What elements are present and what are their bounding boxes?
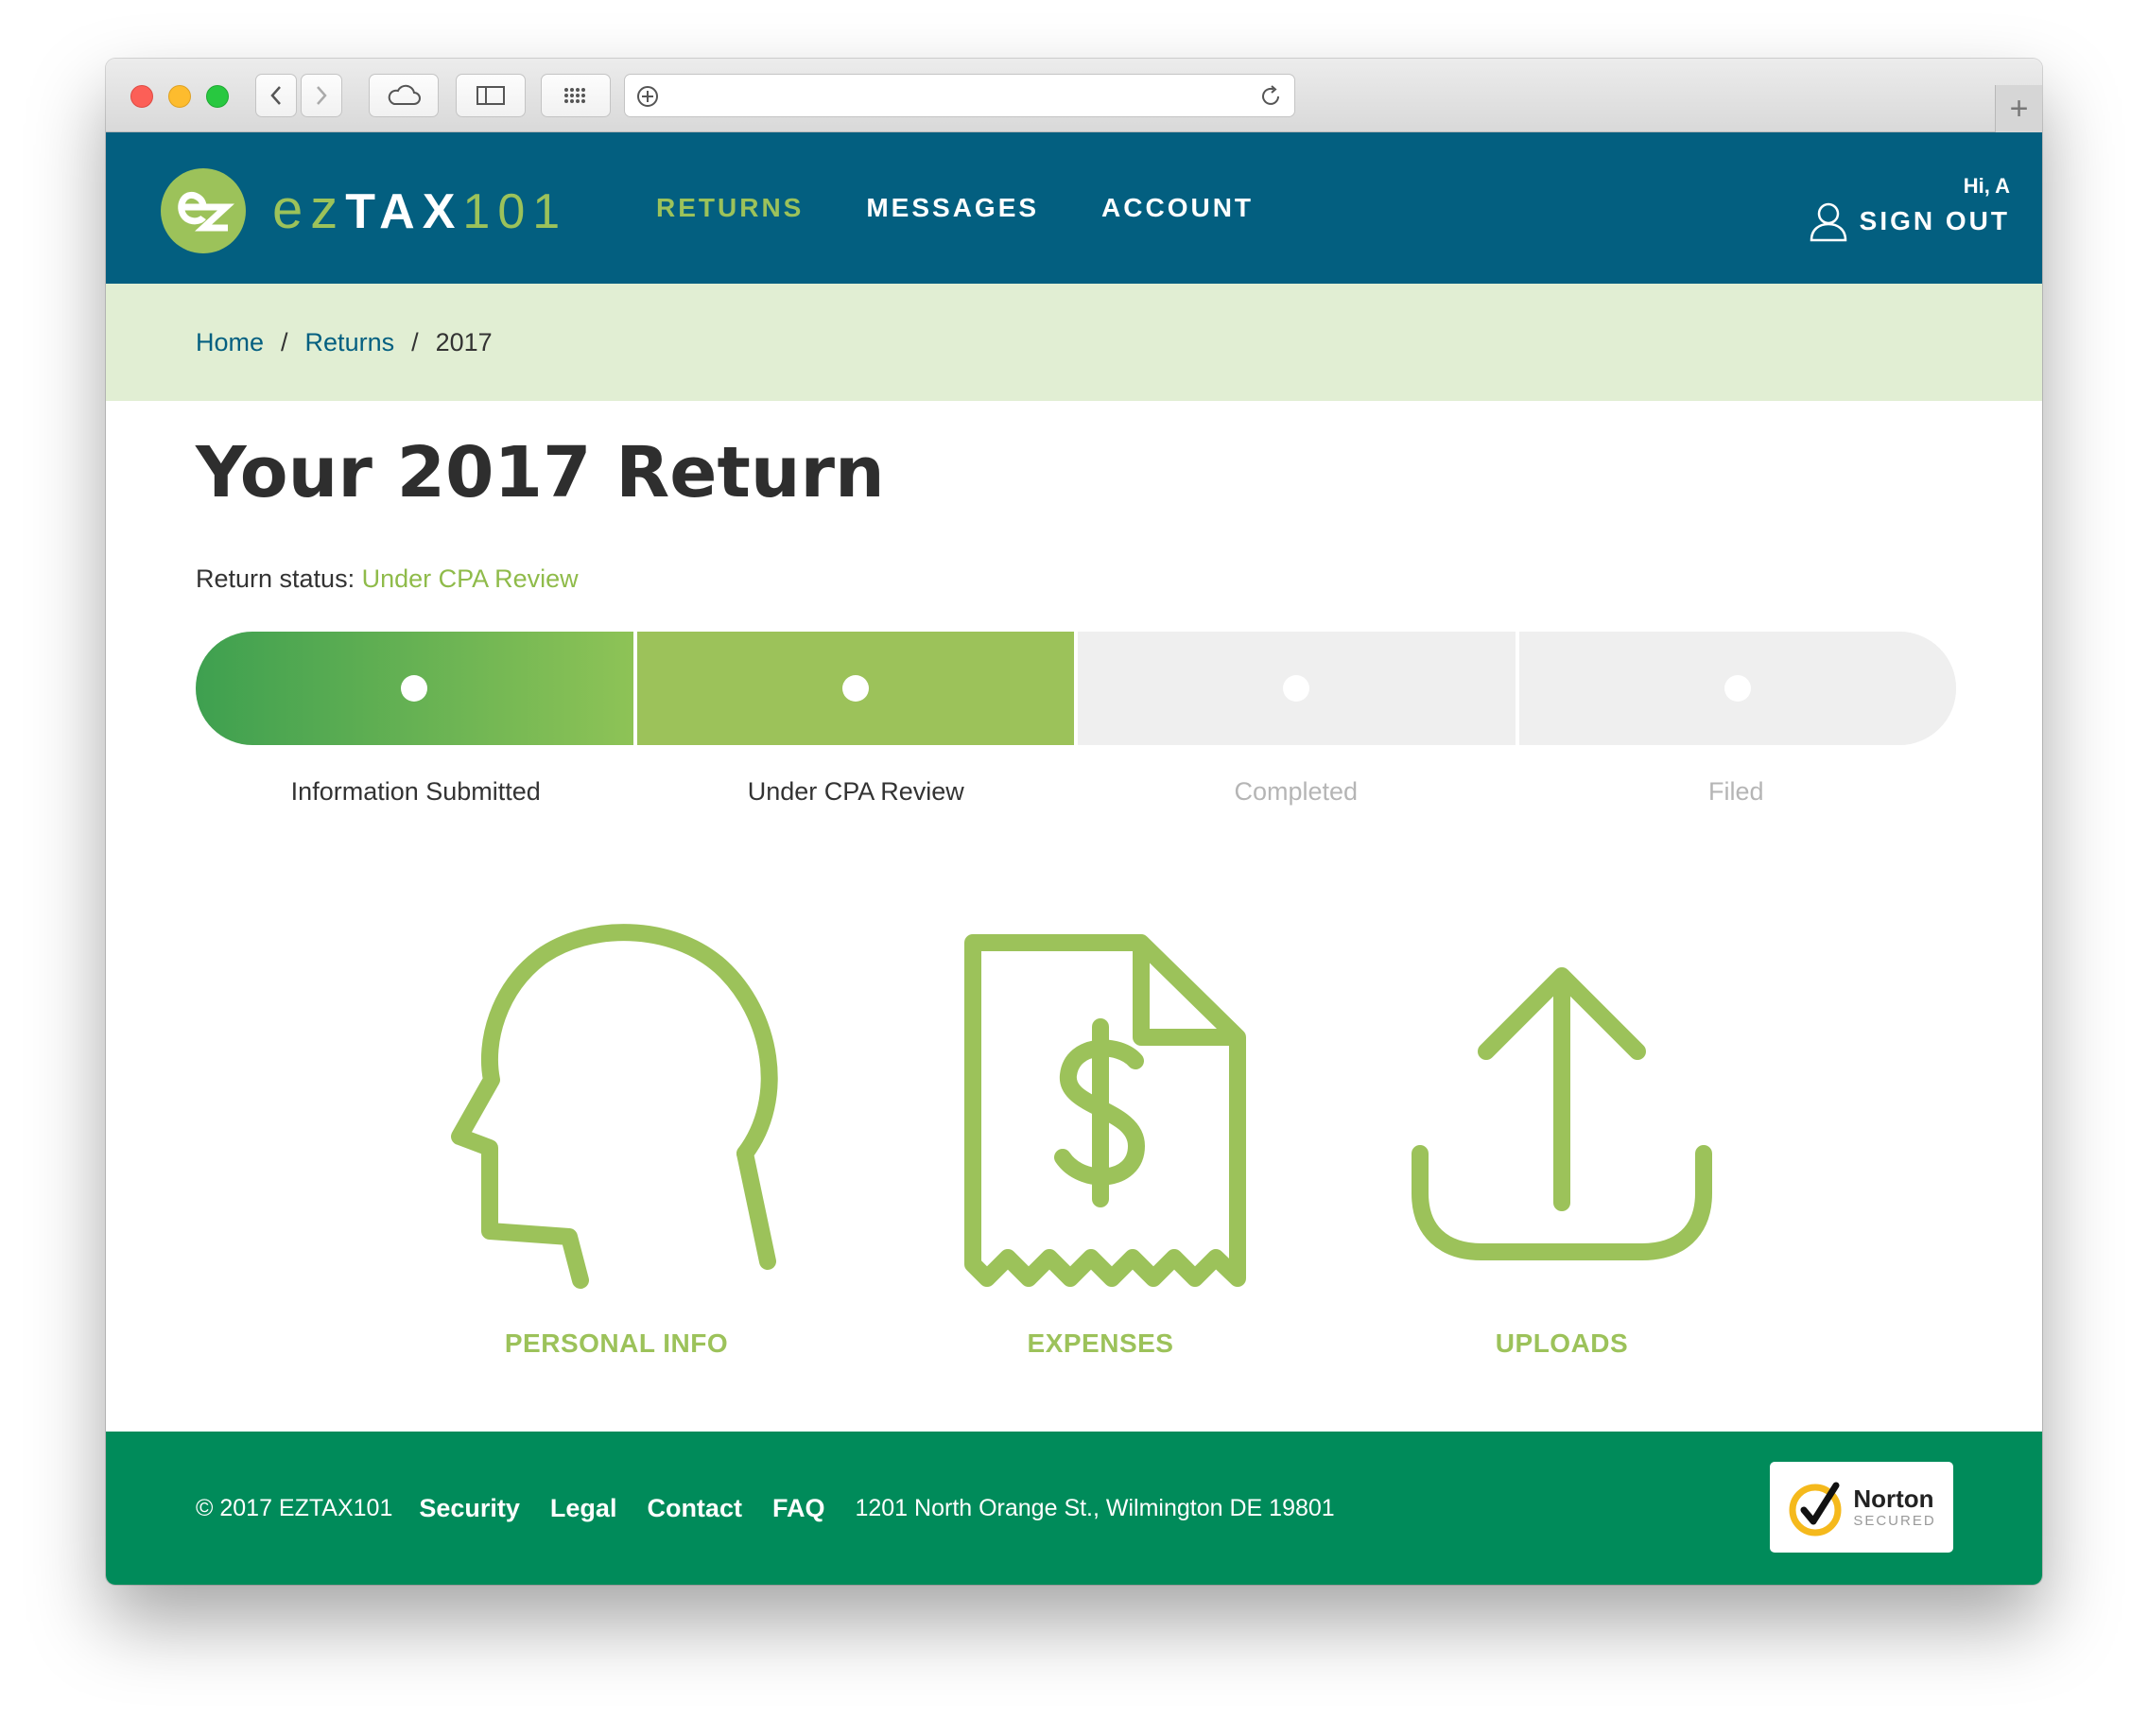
return-status: Return status: Under CPA Review — [196, 564, 579, 594]
nav-returns[interactable]: RETURNS — [656, 193, 804, 223]
top-sites-button[interactable] — [541, 74, 611, 117]
footer-link-contact[interactable]: Contact — [647, 1494, 742, 1523]
chevron-left-icon — [270, 86, 281, 105]
head-profile-icon — [451, 924, 778, 1289]
step-label: Under CPA Review — [747, 777, 964, 806]
norton-subtitle: SECURED — [1853, 1513, 1936, 1529]
breadcrumb-home[interactable]: Home — [196, 328, 264, 357]
progress-step-3 — [1074, 632, 1516, 745]
norton-text: Norton SECURED — [1853, 1486, 1935, 1528]
step-label: Completed — [1234, 777, 1359, 806]
sign-out-label: SIGN OUT — [1859, 206, 2010, 235]
step-label: Filed — [1707, 777, 1764, 806]
upload-icon — [1412, 967, 1712, 1260]
progress-labels: Information Submitted Under CPA Review C… — [196, 777, 1956, 807]
step-dot — [841, 675, 869, 702]
norton-title: Norton — [1853, 1484, 1934, 1513]
forward-button[interactable] — [301, 74, 342, 117]
tile-label: EXPENSES — [1027, 1328, 1174, 1358]
status-value: Under CPA Review — [361, 564, 579, 593]
cloud-icon — [388, 84, 421, 105]
browser-toolbar: + — [106, 59, 2042, 132]
company-address: 1201 North Orange St., Wilmington DE 198… — [855, 1494, 1335, 1521]
progress-step-4 — [1515, 632, 1956, 745]
step-dot — [1724, 675, 1751, 702]
nav-messages[interactable]: MESSAGES — [866, 193, 1039, 223]
logo-num: 101 — [462, 184, 568, 239]
receipt-dollar-icon — [964, 934, 1246, 1287]
maximize-window-button[interactable] — [206, 85, 229, 108]
reload-icon[interactable] — [1258, 84, 1283, 109]
footer-link-legal[interactable]: Legal — [550, 1494, 617, 1523]
personal-info-tile[interactable]: PERSONAL INFO — [427, 910, 806, 1359]
plus-icon: + — [2009, 90, 2029, 127]
sign-out-button[interactable]: SIGN OUT — [1809, 200, 2010, 242]
footer-link-security[interactable]: Security — [419, 1494, 520, 1523]
site-header: ezTAX101 RETURNS MESSAGES ACCOUNT Hi, A … — [106, 132, 2042, 284]
step-dot — [401, 675, 428, 702]
icloud-tabs-button[interactable] — [369, 74, 439, 117]
norton-secured-badge[interactable]: Norton SECURED — [1770, 1462, 1953, 1553]
uploads-tile[interactable]: UPLOADS — [1373, 910, 1751, 1359]
tile-label: PERSONAL INFO — [504, 1328, 729, 1358]
close-window-button[interactable] — [130, 85, 153, 108]
browser-window: + ezTAX101 RETURNS MESSAGES ACCOUNT Hi, … — [106, 59, 2042, 1585]
ez-logo-mark — [178, 192, 234, 232]
chevron-right-icon — [317, 86, 327, 105]
user-icon — [1810, 202, 1846, 242]
minimize-window-button[interactable] — [168, 85, 191, 108]
sidebar-button[interactable] — [456, 74, 526, 117]
breadcrumb-current: 2017 — [435, 327, 493, 356]
logo-tax: TAX — [345, 184, 463, 239]
breadcrumb-separator: / — [281, 327, 288, 356]
status-label: Return status: — [196, 564, 355, 593]
main-nav: RETURNS MESSAGES ACCOUNT — [656, 132, 1254, 284]
copyright: © 2017 EZTAX101 — [196, 1494, 393, 1521]
step-dot — [1283, 675, 1310, 702]
logo-ez: ez — [272, 179, 346, 240]
progress-step-2 — [632, 632, 1074, 745]
nav-account[interactable]: ACCOUNT — [1101, 193, 1254, 223]
back-button[interactable] — [255, 74, 297, 117]
expenses-tile[interactable]: EXPENSES — [911, 910, 1290, 1359]
breadcrumb: Home / Returns / 2017 — [106, 284, 2042, 401]
site-footer: © 2017 EZTAX101 Security Legal Contact F… — [106, 1432, 2042, 1585]
footer-link-faq[interactable]: FAQ — [772, 1494, 825, 1523]
progress-tracker — [196, 632, 1956, 745]
grid-icon — [564, 88, 585, 103]
page-title: Your 2017 Return — [196, 432, 885, 513]
sidebar-icon — [476, 86, 505, 105]
breadcrumb-returns[interactable]: Returns — [305, 328, 395, 357]
tile-label: UPLOADS — [1495, 1328, 1629, 1358]
user-greeting: Hi, A — [1963, 174, 2010, 198]
address-bar[interactable] — [624, 74, 1295, 117]
checkmark-icon — [1789, 1482, 1842, 1536]
new-tab-button[interactable]: + — [1995, 85, 2042, 132]
step-label: Information Submitted — [290, 777, 541, 806]
logo-icon[interactable] — [161, 168, 246, 253]
logo-wordmark[interactable]: ezTAX101 — [272, 178, 567, 241]
progress-step-1 — [196, 632, 633, 745]
add-bookmark-icon[interactable] — [636, 85, 659, 108]
breadcrumb-separator: / — [411, 327, 419, 356]
